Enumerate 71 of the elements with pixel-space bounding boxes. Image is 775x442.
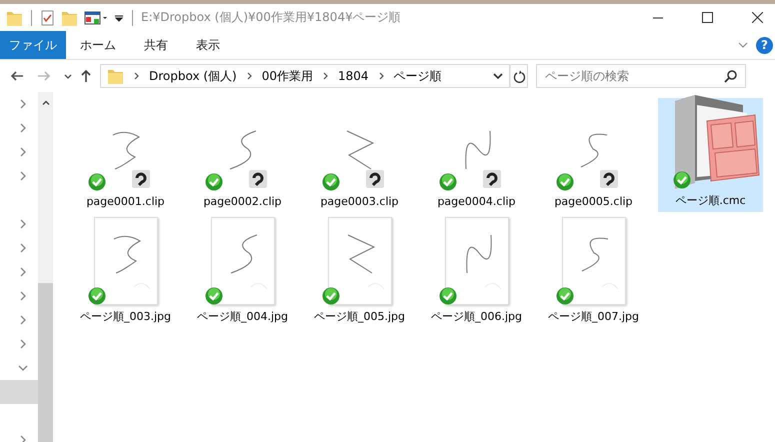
close-icon[interactable] xyxy=(752,12,763,23)
refresh-button[interactable] xyxy=(510,64,528,88)
address-bar[interactable]: Dropbox (個人) 00作業用 1804 ページ順 xyxy=(100,64,510,88)
expand-chevron-icon[interactable] xyxy=(18,171,28,181)
clip-studio-icon xyxy=(600,170,618,188)
file-item[interactable]: ページ順.cmc xyxy=(658,98,763,212)
back-arrow-icon[interactable] xyxy=(10,70,24,82)
file-name: ページ順_006.jpg xyxy=(430,309,522,324)
clip-studio-icon xyxy=(248,170,266,188)
chevron-icon[interactable] xyxy=(246,72,252,80)
collapse-chevron-icon[interactable] xyxy=(18,363,28,373)
expand-chevron-icon[interactable] xyxy=(18,123,28,133)
scroll-up-icon[interactable] xyxy=(42,100,50,105)
up-arrow-icon[interactable] xyxy=(80,69,92,83)
file-name: page0005.clip xyxy=(554,195,633,208)
file-item[interactable]: page0005.clip xyxy=(541,98,646,212)
search-field[interactable]: ページ順の検索 xyxy=(536,64,746,88)
expand-ribbon-icon[interactable] xyxy=(738,42,748,48)
file-item[interactable]: page0001.clip xyxy=(73,98,178,212)
dropdown-icon[interactable] xyxy=(493,72,503,80)
clip-studio-icon xyxy=(482,170,500,188)
file-item[interactable]: page0002.clip xyxy=(190,98,295,212)
expand-chevron-icon[interactable] xyxy=(18,315,28,325)
file-name: ページ順.cmc xyxy=(675,193,746,208)
window-title: E:¥Dropbox (個人)¥00作業用¥1804¥ページ順 xyxy=(141,9,401,26)
expand-chevron-icon[interactable] xyxy=(18,219,28,229)
file-item[interactable]: ページ順_004.jpg xyxy=(190,214,295,328)
breadcrumb[interactable]: 1804 xyxy=(338,69,369,83)
file-item[interactable]: page0004.clip xyxy=(424,98,529,212)
ribbon-tab[interactable]: ホーム xyxy=(66,31,130,59)
search-icon[interactable] xyxy=(724,70,737,83)
file-item[interactable]: ページ順_003.jpg xyxy=(73,214,178,328)
file-tab[interactable]: ファイル xyxy=(0,31,66,59)
ribbon-tab[interactable]: 共有 xyxy=(130,31,182,59)
expand-chevron-icon[interactable] xyxy=(18,435,28,442)
file-name: page0001.clip xyxy=(86,195,165,208)
expand-chevron-icon[interactable] xyxy=(18,243,28,253)
file-name: ページ順_007.jpg xyxy=(548,309,639,324)
refresh-icon xyxy=(512,70,526,82)
scrollbar-thumb[interactable] xyxy=(38,283,53,442)
breadcrumb[interactable]: ページ順 xyxy=(394,68,442,84)
file-item[interactable]: ページ順_005.jpg xyxy=(307,214,412,328)
file-name: ページ順_004.jpg xyxy=(196,309,288,324)
chevron-icon[interactable] xyxy=(378,72,384,80)
file-item[interactable]: ページ順_007.jpg xyxy=(541,214,646,328)
file-name: ページ順_003.jpg xyxy=(80,309,171,324)
recent-locations-icon[interactable] xyxy=(64,74,72,78)
file-name: page0002.clip xyxy=(203,195,282,208)
breadcrumb[interactable]: Dropbox (個人) xyxy=(149,68,237,84)
file-item[interactable]: page0003.clip xyxy=(307,98,412,212)
maximize-icon[interactable] xyxy=(702,12,713,23)
file-item[interactable]: ページ順_006.jpg xyxy=(424,214,529,328)
view-options-icon[interactable] xyxy=(84,10,108,26)
chevron-icon[interactable] xyxy=(323,72,328,80)
expand-chevron-icon[interactable] xyxy=(18,291,28,301)
help-button[interactable]: ? xyxy=(756,36,773,54)
breadcrumb[interactable]: 00作業用 xyxy=(262,68,314,84)
expand-chevron-icon[interactable] xyxy=(18,99,28,109)
file-name: page0004.clip xyxy=(437,195,516,208)
expand-chevron-icon[interactable] xyxy=(18,147,28,157)
ribbon-tab[interactable]: 表示 xyxy=(182,31,234,59)
clip-studio-icon xyxy=(132,170,150,188)
scrollbar[interactable] xyxy=(38,92,53,442)
clip-studio-icon xyxy=(366,170,384,188)
file-name: page0003.clip xyxy=(320,195,399,208)
file-name: ページ順_005.jpg xyxy=(314,309,405,324)
expand-chevron-icon[interactable] xyxy=(18,267,28,277)
expand-chevron-icon[interactable] xyxy=(18,339,28,349)
folder-icon xyxy=(107,67,124,85)
properties-icon[interactable] xyxy=(40,8,55,26)
chevron-icon[interactable] xyxy=(134,72,139,80)
